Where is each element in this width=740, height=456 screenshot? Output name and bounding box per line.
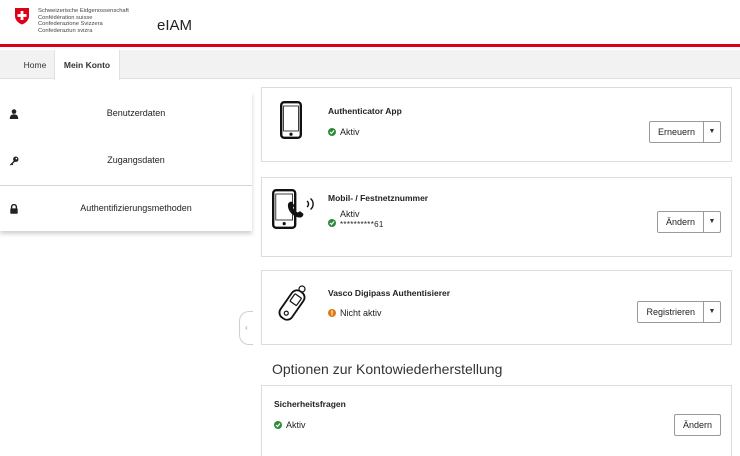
dropdown-toggle[interactable]: ▼ bbox=[704, 122, 720, 142]
account-sidebar: Benutzerdaten Zugangsdaten Authentifizie… bbox=[0, 91, 252, 231]
aendern-sicherheitsfragen-button[interactable]: Ändern bbox=[673, 414, 721, 436]
chevron-left-icon: ‹ bbox=[245, 323, 248, 332]
sidebar-collapse-toggle[interactable]: ‹ bbox=[239, 311, 253, 345]
method-title: Vasco Digipass Authentisierer bbox=[328, 288, 451, 298]
status-badge: Aktiv bbox=[274, 420, 306, 430]
recovery-title: Sicherheitsfragen bbox=[274, 399, 346, 409]
swiss-shield-icon bbox=[15, 8, 29, 25]
status-text: Aktiv bbox=[286, 420, 306, 430]
sidebar-item-zugangsdaten[interactable]: Zugangsdaten bbox=[0, 138, 252, 184]
status-badge: Aktiv **********61 bbox=[328, 209, 384, 229]
user-icon bbox=[9, 109, 19, 119]
status-text: Nicht aktiv bbox=[340, 308, 382, 318]
sidebar-item-label: Zugangsdaten bbox=[107, 155, 165, 165]
recovery-card-security-questions: Sicherheitsfragen Aktiv Ändern bbox=[261, 385, 732, 456]
method-title: Authenticator App bbox=[328, 106, 402, 116]
dropdown-toggle[interactable]: ▼ bbox=[704, 302, 720, 322]
app-title: eIAM bbox=[157, 17, 193, 34]
aendern-split-button: Ändern ▼ bbox=[656, 211, 721, 233]
sidebar-item-label: Benutzerdaten bbox=[106, 108, 166, 118]
masked-phone-number: **********61 bbox=[340, 220, 384, 229]
phone-call-icon bbox=[272, 189, 314, 229]
registrieren-split-button: Registrieren ▼ bbox=[637, 301, 721, 323]
erneuern-button[interactable]: Erneuern bbox=[650, 122, 704, 142]
confederation-names: Schweizerische Eidgenossenschaft Confédé… bbox=[38, 8, 129, 34]
token-icon bbox=[278, 285, 306, 321]
registrieren-button[interactable]: Registrieren bbox=[638, 302, 704, 322]
status-text: Aktiv bbox=[340, 127, 360, 137]
sidebar-item-authentifizierungsmethoden[interactable]: Authentifizierungsmethoden bbox=[0, 185, 252, 231]
key-icon bbox=[10, 156, 19, 166]
chevron-down-icon: ▼ bbox=[708, 308, 716, 315]
main-navigation: Home Mein Konto bbox=[0, 50, 740, 80]
alert-circle-icon bbox=[328, 309, 336, 317]
method-card-phone-number: Mobil- / Festnetznummer Aktiv **********… bbox=[261, 177, 732, 257]
chevron-down-icon: ▼ bbox=[708, 128, 716, 135]
aendern-button[interactable]: Ändern bbox=[658, 212, 704, 232]
status-badge: Aktiv bbox=[328, 127, 360, 137]
lock-icon bbox=[10, 204, 18, 214]
method-title: Mobil- / Festnetznummer bbox=[328, 193, 429, 203]
app-header: Schweizerische Eidgenossenschaft Confédé… bbox=[0, 0, 740, 47]
dropdown-toggle[interactable]: ▼ bbox=[704, 212, 720, 232]
smartphone-icon bbox=[280, 101, 302, 139]
check-circle-icon bbox=[328, 219, 336, 227]
method-card-vasco-digipass: Vasco Digipass Authentisierer Nicht akti… bbox=[261, 270, 732, 345]
status-badge: Nicht aktiv bbox=[328, 308, 382, 318]
sidebar-item-benutzerdaten[interactable]: Benutzerdaten bbox=[0, 91, 252, 137]
erneuern-split-button: Erneuern ▼ bbox=[648, 121, 721, 143]
status-text: Aktiv bbox=[340, 209, 360, 219]
method-card-authenticator-app: Authenticator App Aktiv Erneuern ▼ bbox=[261, 87, 732, 162]
check-circle-icon bbox=[274, 421, 282, 429]
chevron-down-icon: ▼ bbox=[708, 218, 716, 225]
sidebar-item-label: Authentifizierungsmethoden bbox=[80, 203, 192, 213]
nav-tab-mein-konto[interactable]: Mein Konto bbox=[54, 50, 120, 80]
recovery-section-title: Optionen zur Kontowiederherstellung bbox=[272, 361, 503, 377]
check-circle-icon bbox=[328, 128, 336, 136]
nav-tab-home[interactable]: Home bbox=[12, 50, 58, 79]
